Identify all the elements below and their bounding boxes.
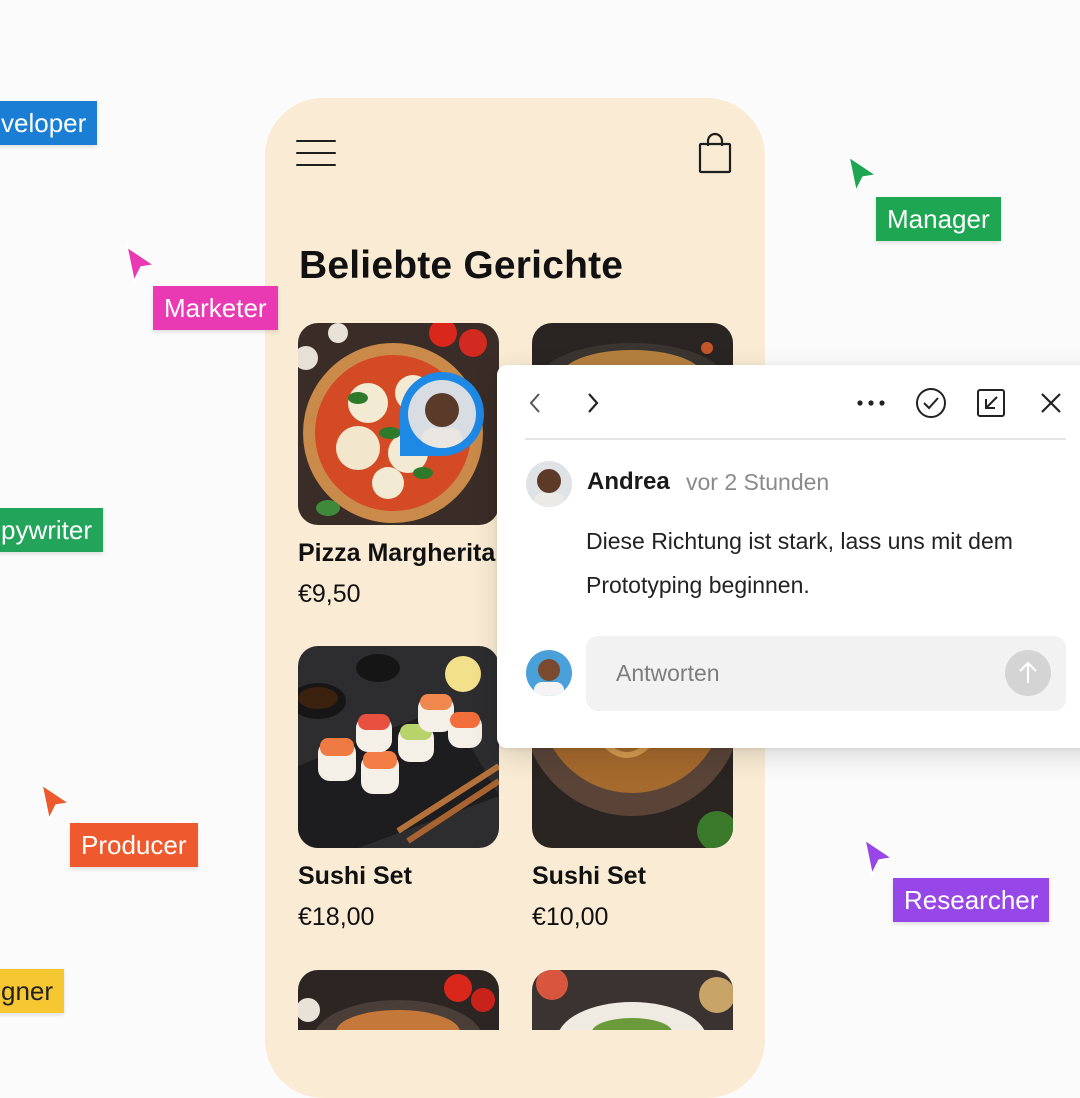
dish-price: €10,00 [532,903,609,931]
dish-card-pasta[interactable] [298,970,499,1030]
dish-price: €9,50 [298,580,361,608]
comment-panel: Andrea vor 2 Stunden Diese Richtung ist … [497,365,1080,748]
avatar [526,461,572,507]
avatar [408,380,476,448]
avatar [526,650,572,696]
collaborator-tag-designer: gner [0,969,65,1013]
dish-name: Sushi Set [532,862,646,890]
resolve-check-icon[interactable] [913,385,949,421]
collaborator-tag-marketer: Marketer [153,286,278,330]
page-title: Beliebte Gerichte [299,244,624,287]
cursor-arrow-icon [847,155,879,194]
divider [525,438,1066,440]
reply-input[interactable] [586,636,1066,711]
comment-text: Diese Richtung ist stark, lass uns mit d… [586,528,1013,598]
dish-card-pizza[interactable]: Pizza Margherita €9,50 [298,323,499,609]
shopping-bag-icon[interactable] [697,132,733,174]
close-icon[interactable] [1033,385,1069,421]
chevron-left-icon[interactable] [517,385,553,421]
collaborator-tag-developer: veloper [0,101,98,145]
collaborator-tag-copywriter: pywriter [0,508,104,552]
comment-timestamp: vor 2 Stunden [686,469,830,495]
comment-author: Andrea [587,468,670,495]
dish-price: €18,00 [298,903,375,931]
more-icon[interactable] [853,385,889,421]
collaborator-tag-producer: Producer [70,823,198,867]
open-external-icon[interactable] [973,385,1009,421]
hamburger-menu-icon[interactable] [296,136,336,170]
arrow-up-icon [1019,661,1037,683]
pasta-photo [298,970,499,1030]
collaborator-tag-researcher: Researcher [893,878,1050,922]
cursor-arrow-icon [40,783,72,822]
cursor-arrow-icon [863,838,895,877]
comment-pin-marker[interactable] [400,372,484,456]
cursor-arrow-icon [125,245,157,284]
dish-name: Sushi Set [298,862,412,890]
send-button[interactable] [1005,650,1051,696]
dish-card-salad[interactable] [532,970,733,1030]
sushi-photo [298,646,499,848]
salad-photo [532,970,733,1030]
dish-name: Pizza Margherita [298,539,496,567]
dish-card-sushi-set[interactable]: Sushi Set €18,00 [298,646,499,932]
chevron-right-icon[interactable] [575,385,611,421]
collaborator-tag-manager: Manager [876,197,1001,241]
